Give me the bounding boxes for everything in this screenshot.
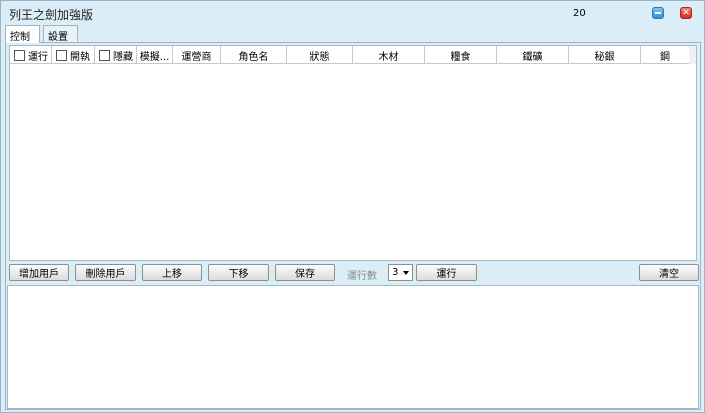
run-button[interactable]: 運行 <box>416 264 477 281</box>
column-open-label: 開執 <box>70 51 90 63</box>
run-count-label: 運行數 <box>347 271 377 282</box>
minimize-icon[interactable] <box>652 7 664 19</box>
column-wood[interactable]: 木材 <box>353 46 425 64</box>
control-panel: 運行 開執 隱藏 模擬... 運營商 角色名 狀態 木材 糧食 鐵礦 秘銀 鋼 <box>5 42 701 410</box>
column-open[interactable]: 開執 <box>52 46 95 64</box>
clear-button[interactable]: 清空 <box>639 264 699 281</box>
move-down-button[interactable]: 下移 <box>208 264 269 281</box>
column-hide-label: 隱藏 <box>113 51 133 63</box>
main-window: 列王之劍加強版 20 ✕ 控制 設置 運行 開執 隱藏 模擬... 運營商 角色… <box>0 0 705 413</box>
log-output[interactable] <box>7 285 699 409</box>
run-all-checkbox[interactable] <box>14 49 25 61</box>
delete-user-button[interactable]: 刪除用戶 <box>75 264 136 281</box>
chevron-down-icon <box>403 271 409 275</box>
column-steel[interactable]: 鋼 <box>641 46 690 64</box>
column-hide[interactable]: 隱藏 <box>95 46 137 64</box>
tab-settings[interactable]: 設置 <box>43 25 78 43</box>
hide-all-checkbox[interactable] <box>99 49 110 61</box>
title-bar[interactable]: 列王之劍加強版 20 ✕ <box>1 1 704 25</box>
column-iron[interactable]: 鐵礦 <box>497 46 569 64</box>
close-icon[interactable]: ✕ <box>680 7 692 19</box>
column-role-name[interactable]: 角色名 <box>221 46 287 64</box>
tab-control[interactable]: 控制 <box>5 25 40 43</box>
run-count-value: 3 <box>392 267 399 278</box>
window-title: 列王之劍加強版 <box>9 8 94 22</box>
column-run[interactable]: 運行 <box>10 46 52 64</box>
column-mithril[interactable]: 秘銀 <box>569 46 641 64</box>
run-count-select[interactable]: 3 <box>388 264 413 281</box>
open-all-checkbox[interactable] <box>56 49 67 61</box>
save-button[interactable]: 保存 <box>275 264 335 281</box>
column-run-label: 運行 <box>28 51 48 63</box>
column-emulator[interactable]: 模擬... <box>137 46 173 64</box>
account-grid[interactable]: 運行 開執 隱藏 模擬... 運營商 角色名 狀態 木材 糧食 鐵礦 秘銀 鋼 <box>9 45 697 261</box>
column-food[interactable]: 糧食 <box>425 46 497 64</box>
column-status[interactable]: 狀態 <box>287 46 353 64</box>
grid-header: 運行 開執 隱藏 模擬... 運營商 角色名 狀態 木材 糧食 鐵礦 秘銀 鋼 <box>10 46 690 64</box>
grid-header-filler <box>689 46 696 64</box>
column-operator[interactable]: 運營商 <box>173 46 221 64</box>
action-toolbar: 增加用戶 刪除用戶 上移 下移 保存 運行數 3 運行 清空 <box>6 262 700 284</box>
counter-label: 20 <box>573 8 586 19</box>
add-user-button[interactable]: 增加用戶 <box>9 264 69 281</box>
move-up-button[interactable]: 上移 <box>142 264 202 281</box>
